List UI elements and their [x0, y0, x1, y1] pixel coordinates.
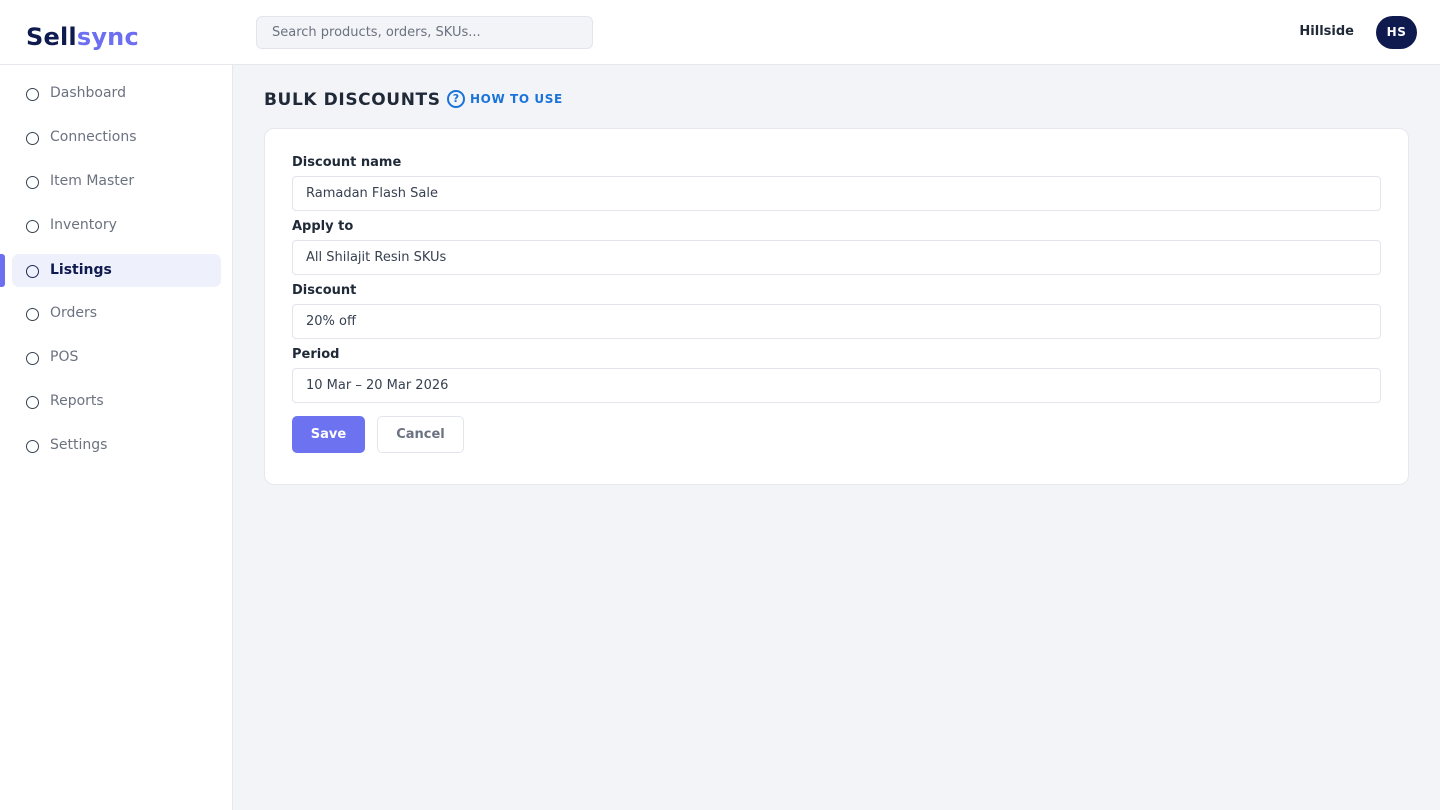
how-to-use-label: HOW TO USE	[470, 92, 563, 106]
discount-field[interactable]	[292, 304, 1381, 339]
sidebar-item-settings[interactable]: Settings	[12, 429, 221, 462]
circle-icon	[26, 352, 39, 365]
circle-icon	[26, 88, 39, 101]
circle-icon	[26, 396, 39, 409]
top-bar: Sellsync Hillside HS	[0, 0, 1440, 65]
circle-icon	[26, 308, 39, 321]
sidebar-item-label: Settings	[50, 437, 108, 453]
apply-to-field[interactable]	[292, 240, 1381, 275]
apply-to-label: Apply to	[292, 219, 354, 234]
search-input[interactable]	[256, 16, 593, 49]
discount-label: Discount	[292, 283, 357, 298]
sidebar-item-listings[interactable]: Listings	[12, 254, 221, 287]
save-button[interactable]: Save	[292, 416, 365, 453]
circle-icon	[26, 176, 39, 189]
avatar[interactable]: HS	[1376, 16, 1417, 49]
app-logo[interactable]: Sellsync	[26, 20, 139, 54]
sidebar-item-label: Dashboard	[50, 85, 126, 101]
period-field[interactable]	[292, 368, 1381, 403]
cancel-button[interactable]: Cancel	[377, 416, 464, 453]
logo-part-sell: Sell	[26, 23, 77, 51]
sidebar-item-label: Listings	[50, 262, 112, 278]
sidebar-item-label: Item Master	[50, 173, 135, 189]
sidebar: Dashboard Connections Item Master Invent…	[0, 65, 233, 810]
discount-name-field[interactable]	[292, 176, 1381, 211]
page-title: BULK DISCOUNTS	[264, 90, 441, 110]
period-label: Period	[292, 347, 340, 362]
circle-icon	[26, 265, 39, 278]
sidebar-item-orders[interactable]: Orders	[12, 297, 221, 330]
sidebar-item-pos[interactable]: POS	[12, 341, 221, 374]
user-name[interactable]: Hillside	[1299, 24, 1354, 39]
sidebar-item-dashboard[interactable]: Dashboard	[12, 77, 221, 110]
circle-icon	[26, 132, 39, 145]
sidebar-item-label: Connections	[50, 129, 137, 145]
sidebar-item-reports[interactable]: Reports	[12, 385, 221, 418]
circle-icon	[26, 440, 39, 453]
discount-name-label: Discount name	[292, 155, 402, 170]
sidebar-item-label: POS	[50, 349, 79, 365]
sidebar-item-item-master[interactable]: Item Master	[12, 165, 221, 198]
sidebar-item-inventory[interactable]: Inventory	[12, 209, 221, 242]
question-circle-icon: ?	[447, 90, 465, 108]
circle-icon	[26, 220, 39, 233]
active-indicator	[0, 254, 5, 287]
logo-part-sync: sync	[76, 23, 139, 51]
sidebar-item-connections[interactable]: Connections	[12, 121, 221, 154]
sidebar-item-label: Inventory	[50, 217, 117, 233]
discount-form-card: Discount name Apply to Discount Period S…	[264, 128, 1409, 485]
sidebar-item-label: Reports	[50, 393, 104, 409]
sidebar-item-label: Orders	[50, 305, 98, 321]
